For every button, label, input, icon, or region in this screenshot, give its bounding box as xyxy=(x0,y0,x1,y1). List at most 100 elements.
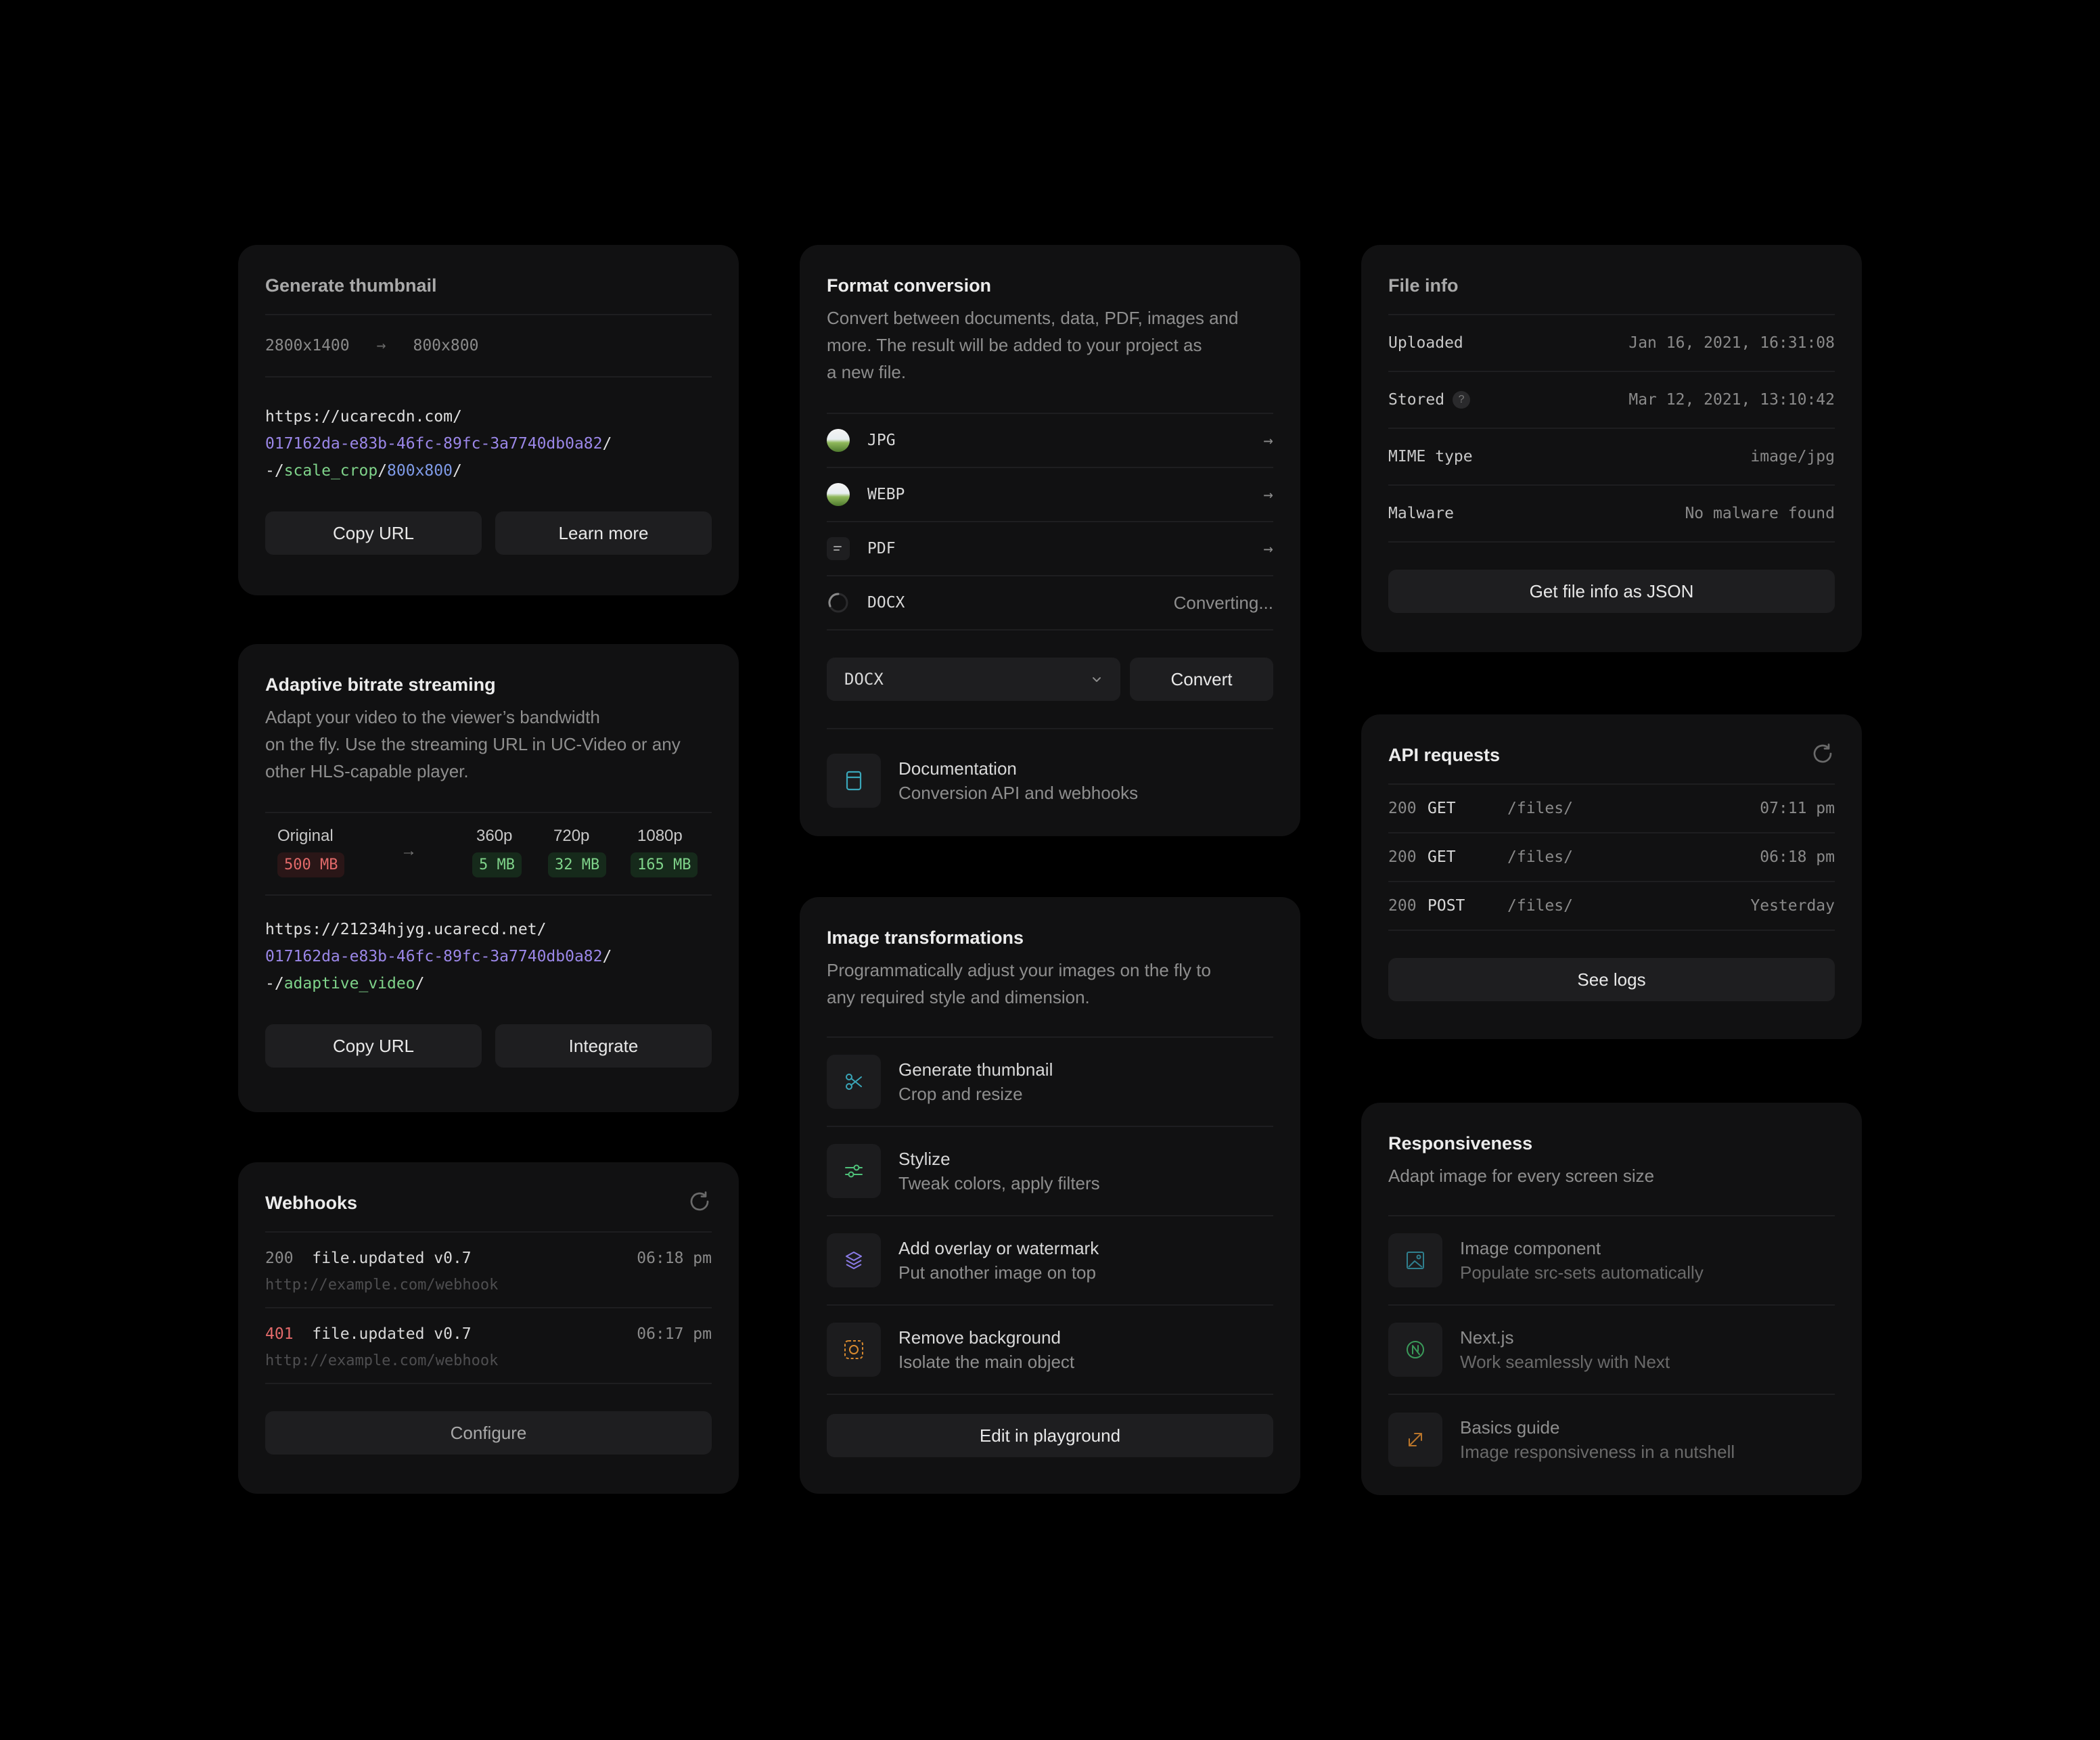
variant-size-badge: 5 MB xyxy=(472,852,522,877)
help-icon[interactable]: ? xyxy=(1453,391,1471,409)
image-thumbnail-icon xyxy=(827,483,850,506)
api-request-row[interactable]: 200 GET /files/ 06:18 pm xyxy=(1388,833,1835,882)
spinner-icon xyxy=(828,593,848,613)
webhook-event: file.updated v0.7 xyxy=(312,1325,472,1343)
url-separator: / xyxy=(602,948,612,965)
chevron-down-icon xyxy=(1093,677,1101,682)
feature-image-component[interactable]: Image component Populate src-sets automa… xyxy=(1388,1216,1835,1306)
status-code: 200 xyxy=(1388,897,1417,915)
book-icon xyxy=(827,754,881,808)
feature-basics-guide[interactable]: Basics guide Image responsiveness in a n… xyxy=(1388,1395,1835,1484)
format-select[interactable]: DOCX xyxy=(827,658,1120,701)
expand-arrow-icon xyxy=(1388,1413,1442,1467)
feature-title: Stylize xyxy=(898,1149,951,1169)
integrate-button[interactable]: Integrate xyxy=(495,1024,712,1068)
nextjs-icon xyxy=(1388,1323,1442,1377)
convert-controls: DOCX Convert xyxy=(827,658,1273,701)
feature-remove-background[interactable]: Remove background Isolate the main objec… xyxy=(827,1306,1273,1395)
info-value: image/jpg xyxy=(1750,448,1835,465)
background-remove-icon xyxy=(827,1323,881,1377)
feature-stylize[interactable]: Stylize Tweak colors, apply filters xyxy=(827,1127,1273,1216)
see-logs-button[interactable]: See logs xyxy=(1388,958,1835,1001)
feature-subtitle: Work seamlessly with Next xyxy=(1460,1352,1670,1372)
webhook-url: http://example.com/webhook xyxy=(265,1277,499,1293)
info-value: No malware found xyxy=(1685,505,1835,522)
refresh-icon[interactable] xyxy=(1810,741,1835,766)
webhook-row[interactable]: 200 file.updated v0.7 06:18 pm http://ex… xyxy=(265,1233,712,1308)
feature-subtitle: Isolate the main object xyxy=(898,1352,1075,1372)
status-code: 200 xyxy=(1388,848,1417,866)
copy-url-button[interactable]: Copy URL xyxy=(265,1024,482,1068)
size-to: 800x800 xyxy=(413,337,479,354)
arrow-right-icon: → xyxy=(1263,431,1273,450)
format-select-value: DOCX xyxy=(844,670,884,689)
variant-label: 360p xyxy=(476,827,513,845)
image-transformations-card: Image transformations Programmatically a… xyxy=(800,897,1300,1494)
learn-more-button[interactable]: Learn more xyxy=(495,511,712,555)
format-conversion-card: Format conversion Convert between docume… xyxy=(800,245,1300,836)
card-title: Webhooks xyxy=(265,1193,358,1213)
format-label: PDF xyxy=(867,540,896,557)
request-path: /files/ xyxy=(1507,848,1573,866)
request-path: /files/ xyxy=(1507,897,1573,915)
file-info-row: Malware No malware found xyxy=(1388,486,1835,543)
thumbnail-url: https://ucarecdn.com/ 017162da-e83b-46fc… xyxy=(265,403,712,484)
url-prefix: -/ xyxy=(265,975,284,992)
webhook-row[interactable]: 401 file.updated v0.7 06:17 pm http://ex… xyxy=(265,1308,712,1384)
arrow-right-icon: → xyxy=(1263,539,1273,558)
feature-generate-thumbnail[interactable]: Generate thumbnail Crop and resize xyxy=(827,1038,1273,1127)
feature-subtitle: Populate src-sets automatically xyxy=(1460,1262,1704,1283)
webhook-time: 06:17 pm xyxy=(637,1325,712,1343)
info-key: MIME type xyxy=(1388,448,1473,465)
copy-url-button[interactable]: Copy URL xyxy=(265,511,482,555)
http-method: POST xyxy=(1428,897,1465,915)
webhook-time: 06:18 pm xyxy=(637,1250,712,1267)
request-time: Yesterday xyxy=(1750,897,1835,915)
format-option-jpg[interactable]: JPG → xyxy=(827,414,1273,468)
format-option-docx[interactable]: DOCX Converting... xyxy=(827,576,1273,631)
original-size-badge: 500 MB xyxy=(277,852,345,877)
feature-nextjs[interactable]: Next.js Work seamlessly with Next xyxy=(1388,1306,1835,1395)
documentation-link[interactable]: Documentation Conversion API and webhook… xyxy=(827,754,1273,808)
url-prefix: -/ xyxy=(265,462,284,480)
feature-subtitle: Tweak colors, apply filters xyxy=(898,1173,1100,1193)
feature-overlay[interactable]: Add overlay or watermark Put another ima… xyxy=(827,1216,1273,1306)
arrow-right-icon: → xyxy=(401,842,417,860)
format-option-pdf[interactable]: PDF → xyxy=(827,522,1273,576)
card-title: Adaptive bitrate streaming xyxy=(265,674,496,695)
http-method: GET xyxy=(1428,848,1456,866)
divider xyxy=(827,728,1273,729)
info-value: Jan 16, 2021, 16:31:08 xyxy=(1628,334,1835,352)
description-line: more. The result will be added to your p… xyxy=(827,335,1202,355)
feature-title: Image component xyxy=(1460,1238,1601,1258)
feature-title: Basics guide xyxy=(1460,1417,1560,1438)
button-row: Copy URL Integrate xyxy=(265,1024,712,1068)
get-file-info-json-button[interactable]: Get file info as JSON xyxy=(1388,570,1835,613)
webhook-url: http://example.com/webhook xyxy=(265,1352,499,1369)
feature-title: Remove background xyxy=(898,1327,1061,1348)
api-request-row[interactable]: 200 GET /files/ 07:11 pm xyxy=(1388,785,1835,833)
format-option-webp[interactable]: WEBP → xyxy=(827,468,1273,522)
request-time: 06:18 pm xyxy=(1760,848,1835,866)
url-separator: / xyxy=(602,435,612,453)
api-request-row[interactable]: 200 POST /files/ Yesterday xyxy=(1388,882,1835,931)
card-title: Image transformations xyxy=(827,928,1024,948)
feature-subtitle: Put another image on top xyxy=(898,1262,1096,1283)
url-operation: scale_crop xyxy=(283,462,378,480)
url-host: https://21234hjyg.ucarecd.net/ xyxy=(265,921,547,938)
card-title: Format conversion xyxy=(827,275,992,296)
format-label: WEBP xyxy=(867,486,905,503)
card-title: Responsiveness xyxy=(1388,1133,1533,1153)
edit-in-playground-button[interactable]: Edit in playground xyxy=(827,1414,1273,1457)
conversion-status: Converting... xyxy=(1173,592,1273,613)
refresh-icon[interactable] xyxy=(687,1189,712,1214)
arrow-right-icon: → xyxy=(376,337,386,354)
documentation-title: Documentation xyxy=(898,758,1017,779)
feature-title: Generate thumbnail xyxy=(898,1059,1053,1080)
adaptive-bitrate-card: Adaptive bitrate streaming Adapt your vi… xyxy=(238,644,739,1112)
configure-button[interactable]: Configure xyxy=(265,1411,712,1455)
image-icon xyxy=(1388,1233,1442,1287)
url-uuid: 017162da-e83b-46fc-89fc-3a7740db0a82 xyxy=(265,435,603,453)
convert-button[interactable]: Convert xyxy=(1130,658,1273,701)
url-operation: adaptive_video xyxy=(283,975,415,992)
